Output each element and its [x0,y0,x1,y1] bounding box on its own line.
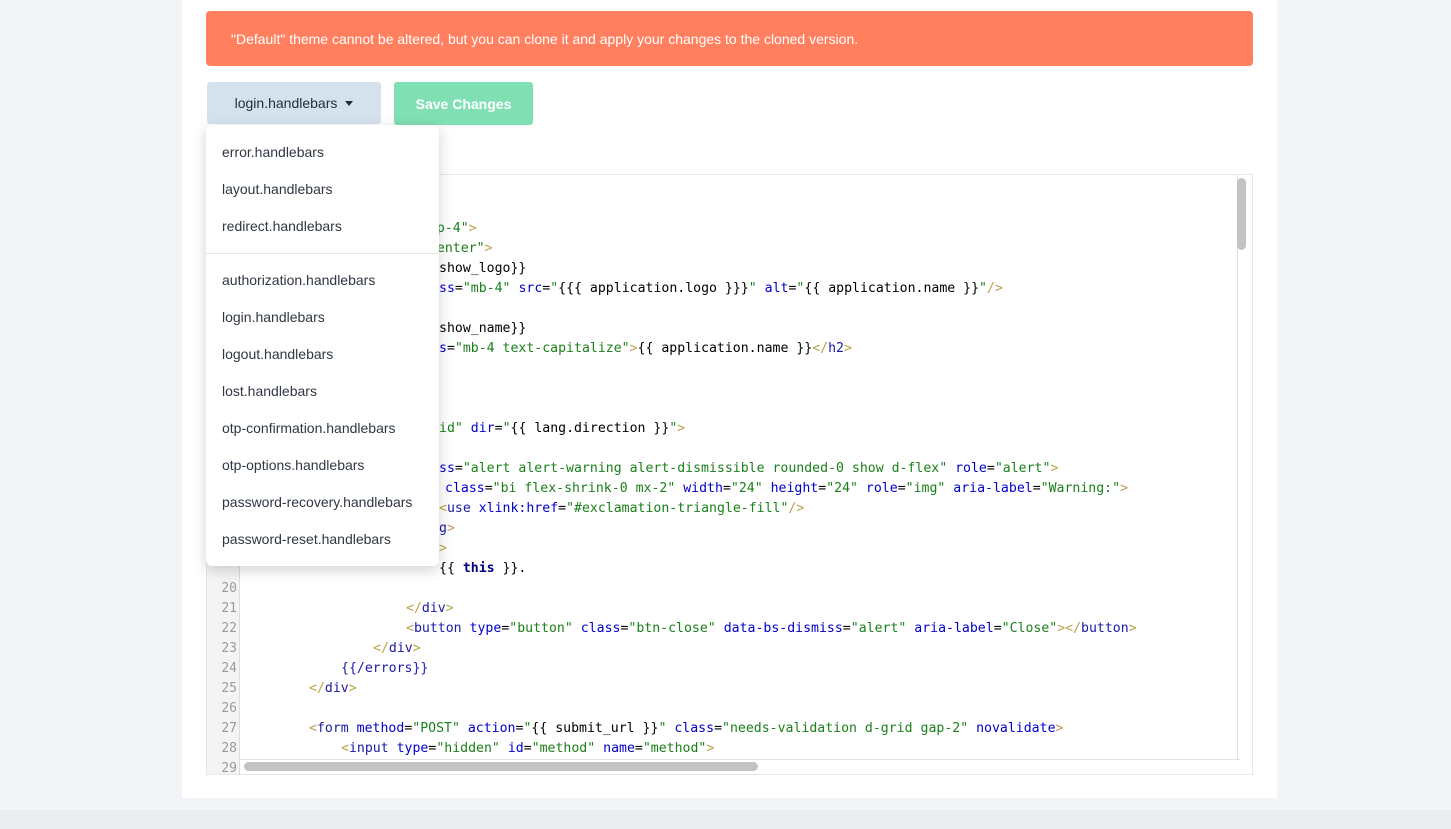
save-changes-label: Save Changes [415,95,512,112]
menu-item-redirect[interactable]: redirect.handlebars [222,208,342,245]
menu-item-layout[interactable]: layout.handlebars [222,171,333,208]
menu-divider [206,253,439,254]
menu-item-authorization[interactable]: authorization.handlebars [222,262,375,299]
default-theme-alert: "Default" theme cannot be altered, but y… [206,11,1253,66]
page-footer-band [0,810,1451,829]
menu-item-error[interactable]: error.handlebars [222,134,324,171]
code-line: 23 {{/errors}} [207,619,428,676]
template-select-dropdown[interactable]: login.handlebars [207,82,381,124]
horizontal-scrollbar-thumb[interactable] [244,762,758,771]
caret-down-icon [345,100,354,106]
menu-item-otp-options[interactable]: otp-options.handlebars [222,447,364,484]
code-line: 22 </div> [207,599,420,656]
code-line: 28 <input type="hidden" id="identifier" … [207,719,778,774]
menu-item-login[interactable]: login.handlebars [222,299,325,336]
code-line: 21 <button type="button" class="btn-clos… [207,579,1136,636]
menu-item-logout[interactable]: logout.handlebars [222,336,333,373]
template-dropdown-menu: error.handlebars layout.handlebars redir… [206,125,439,566]
vertical-scrollbar-track[interactable] [1237,175,1252,760]
code-line: 24 </div> [207,639,356,696]
template-select-label: login.handlebars [234,95,338,111]
menu-item-lost[interactable]: lost.handlebars [222,373,317,410]
code-line: 27 <input type="hidden" id="method" name… [207,699,714,756]
alert-message: "Default" theme cannot be altered, but y… [231,30,859,47]
code-line: 26 <form method="POST" action="{{ submit… [207,679,1063,736]
code-line: 29 <input type="hidden" id="password" na… [207,739,255,774]
vertical-scrollbar-thumb[interactable] [1237,178,1246,250]
menu-item-password-recovery[interactable]: password-recovery.handlebars [222,484,412,521]
menu-item-otp-confirmation[interactable]: otp-confirmation.handlebars [222,410,396,447]
menu-item-password-reset[interactable]: password-reset.handlebars [222,521,391,558]
save-changes-button[interactable]: Save Changes [394,82,533,125]
code-line: 25 [207,659,255,696]
